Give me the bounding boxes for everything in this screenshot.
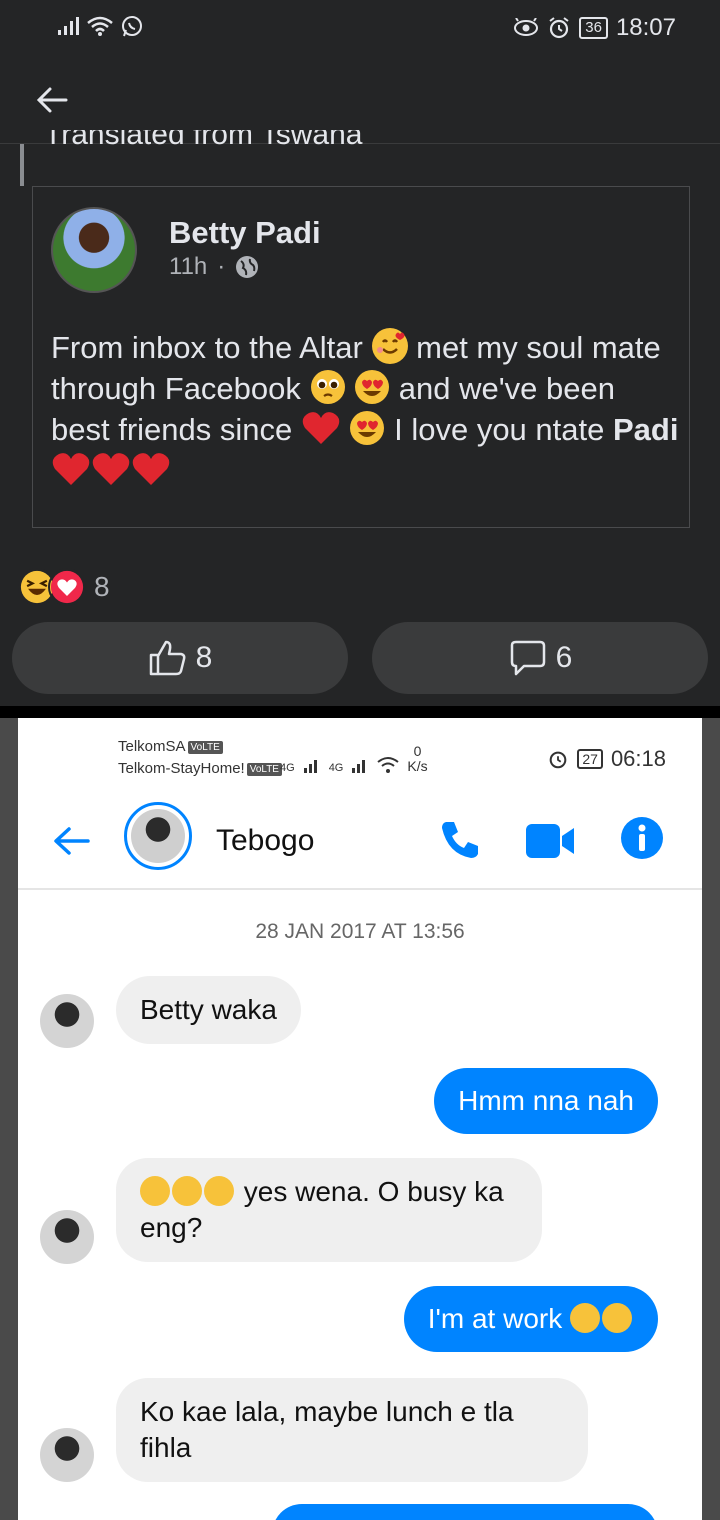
post-text-1: From inbox to the Altar (51, 330, 363, 365)
smirk-emoji-icon (570, 1303, 600, 1333)
love-reaction-icon (48, 568, 86, 606)
screenshot-status-bar: TelkomSA VoLTE Telkom-StayHome! VoLTE 4G 4… (18, 718, 702, 792)
thumbs-up-icon (149, 640, 186, 676)
message-bubble-incoming[interactable]: yes wena. O busy ka eng? (116, 1158, 542, 1262)
info-icon[interactable] (620, 816, 664, 860)
wifi-icon (87, 16, 113, 36)
heart-eyes-emoji-icon (349, 410, 385, 446)
like-count: 8 (195, 641, 213, 674)
reaction-count: 8 (94, 571, 110, 602)
post-time[interactable]: 11h (169, 253, 207, 281)
heart-eyes-emoji-icon (354, 369, 390, 405)
signal-icon (303, 760, 317, 773)
back-arrow-icon[interactable] (50, 822, 92, 860)
chat-date: 28 JAN 2017 AT 13:56 (255, 920, 465, 943)
quote-bar (20, 144, 24, 186)
smirk-emoji-icon (602, 1303, 632, 1333)
comment-icon (510, 640, 545, 676)
red-heart-emoji-icon (92, 453, 130, 485)
alarm-icon (549, 17, 569, 39)
battery-indicator: 36 (579, 17, 608, 39)
alarm-icon (550, 751, 567, 769)
attached-screenshot[interactable]: TelkomSA VoLTE Telkom-StayHome! VoLTE 4G 4… (0, 718, 720, 1520)
sender-avatar[interactable] (40, 1210, 94, 1264)
comment-button[interactable]: 6 (372, 622, 708, 694)
message-bubble-outgoing-partial[interactable] (272, 1504, 658, 1520)
red-heart-emoji-icon (132, 453, 170, 485)
status-bar: 36 18:07 (0, 0, 720, 56)
carrier-2: Telkom-StayHome! VoLTE (118, 760, 282, 777)
whatsapp-icon (122, 16, 142, 37)
translated-label[interactable]: Translated from Tswana (44, 130, 464, 152)
grinning-emoji-icon (172, 1176, 202, 1206)
eye-icon (514, 18, 539, 36)
status-time: 18:07 (615, 14, 676, 41)
sender-avatar[interactable] (40, 994, 94, 1048)
smiling-hearts-emoji-icon (371, 328, 408, 364)
post-body: From inbox to the Altar met my soul mate… (51, 327, 681, 491)
status-left-icons (56, 14, 144, 38)
phone-call-icon[interactable] (438, 818, 482, 862)
sender-avatar[interactable] (40, 1428, 94, 1482)
status-right-icons: 36 18:07 (513, 14, 676, 42)
author-avatar[interactable] (51, 207, 137, 293)
red-heart-emoji-icon (52, 453, 90, 485)
pleading-face-emoji-icon (310, 369, 346, 405)
reaction-summary[interactable]: 8 (18, 568, 110, 606)
shared-post-card[interactable]: Betty Padi 11h · From inbox to the Altar… (32, 186, 690, 528)
post-meta: 11h · (169, 253, 259, 281)
chat-header: Tebogo (18, 792, 702, 890)
back-arrow-icon[interactable] (32, 82, 72, 118)
network-type-1: 4G (280, 762, 295, 774)
contact-avatar[interactable] (124, 802, 192, 870)
carrier-1: TelkomSA VoLTE (118, 738, 223, 755)
contact-name[interactable]: Tebogo (216, 824, 314, 858)
video-call-icon[interactable] (526, 824, 576, 858)
image-separator (0, 706, 720, 718)
message-bubble-incoming[interactable]: Ko kae lala, maybe lunch e tla fihla (116, 1378, 588, 1482)
signal-icon (352, 760, 366, 773)
wifi-icon (377, 757, 399, 773)
screenshot-time: 06:18 (610, 746, 666, 771)
message-bubble-outgoing[interactable]: Hmm nna nah (434, 1068, 658, 1134)
post-text-4: I love you ntate (394, 412, 613, 447)
globe-icon (236, 256, 259, 278)
battery-indicator: 27 (577, 749, 603, 769)
message-bubble-outgoing[interactable]: I'm at work (403, 1286, 658, 1352)
dot-separator: · (217, 253, 226, 280)
signal-icon (58, 17, 79, 35)
screenshot-status-right: 27 06:18 (547, 746, 666, 772)
network-speed: 0 K/s (407, 743, 428, 774)
post-author[interactable]: Betty Padi (169, 215, 321, 251)
grinning-emoji-icon (140, 1176, 170, 1206)
grinning-emoji-icon (204, 1176, 234, 1206)
comment-count: 6 (555, 641, 573, 674)
network-type-2: 4G (328, 762, 344, 774)
message-bubble-incoming[interactable]: Betty waka (116, 976, 301, 1044)
red-heart-emoji-icon (302, 412, 340, 444)
like-button[interactable]: 8 (12, 622, 348, 694)
network-indicators: 4G 4G 0 K/s (280, 743, 428, 775)
post-text-bold: Padi (612, 412, 679, 447)
messenger-screenshot: TelkomSA VoLTE Telkom-StayHome! VoLTE 4G 4… (18, 718, 702, 1520)
